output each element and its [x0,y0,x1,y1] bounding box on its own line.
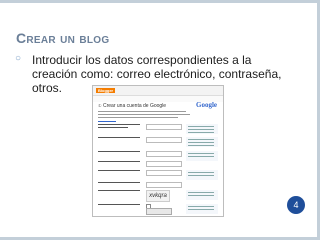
slide-title: Crear un blog [16,30,110,46]
page-number-badge: 4 [287,196,305,214]
password-confirm-label [98,161,140,162]
screenshot-header: Blogger [93,86,223,96]
password-hint [186,151,218,161]
signup-heading-text: Crear una cuenta de Google [102,103,167,109]
email-confirm-field[interactable] [146,137,182,143]
step-indicator-icon: ① [98,103,102,108]
blogger-signup-screenshot: Blogger ① Crear una cuenta de Google Goo… [92,85,224,217]
email-hint [186,124,218,134]
display-name-hint [186,170,218,180]
continue-button[interactable] [146,208,172,215]
email-confirm-hint [186,137,218,147]
intro-text-line [98,111,186,112]
captcha-hint [186,190,218,200]
display-name-label [98,170,140,171]
terms-label [98,204,140,205]
password-field[interactable] [146,151,182,157]
google-logo: Google [196,101,217,109]
intro-text-line [98,117,178,118]
captcha-label [98,190,140,191]
terms-hint [186,204,218,214]
frame-top-border [0,0,320,3]
email-label [98,124,140,125]
intro-link[interactable] [98,121,116,122]
birthdate-label [98,182,140,183]
email-confirm-label [98,137,140,138]
captcha-image: xvkqra [146,190,170,202]
password-label [98,151,140,152]
birthdate-field[interactable] [146,182,182,188]
intro-text-line [98,114,190,115]
display-name-field[interactable] [146,170,182,176]
email-label-line [98,127,128,128]
blogger-logo: Blogger [96,88,116,93]
signup-heading: ① Crear una cuenta de Google [98,103,166,109]
signup-form: xvkqra [98,124,220,215]
email-field[interactable] [146,124,182,130]
bullet-circle-icon: ○ [15,53,22,64]
password-confirm-field[interactable] [146,161,182,167]
